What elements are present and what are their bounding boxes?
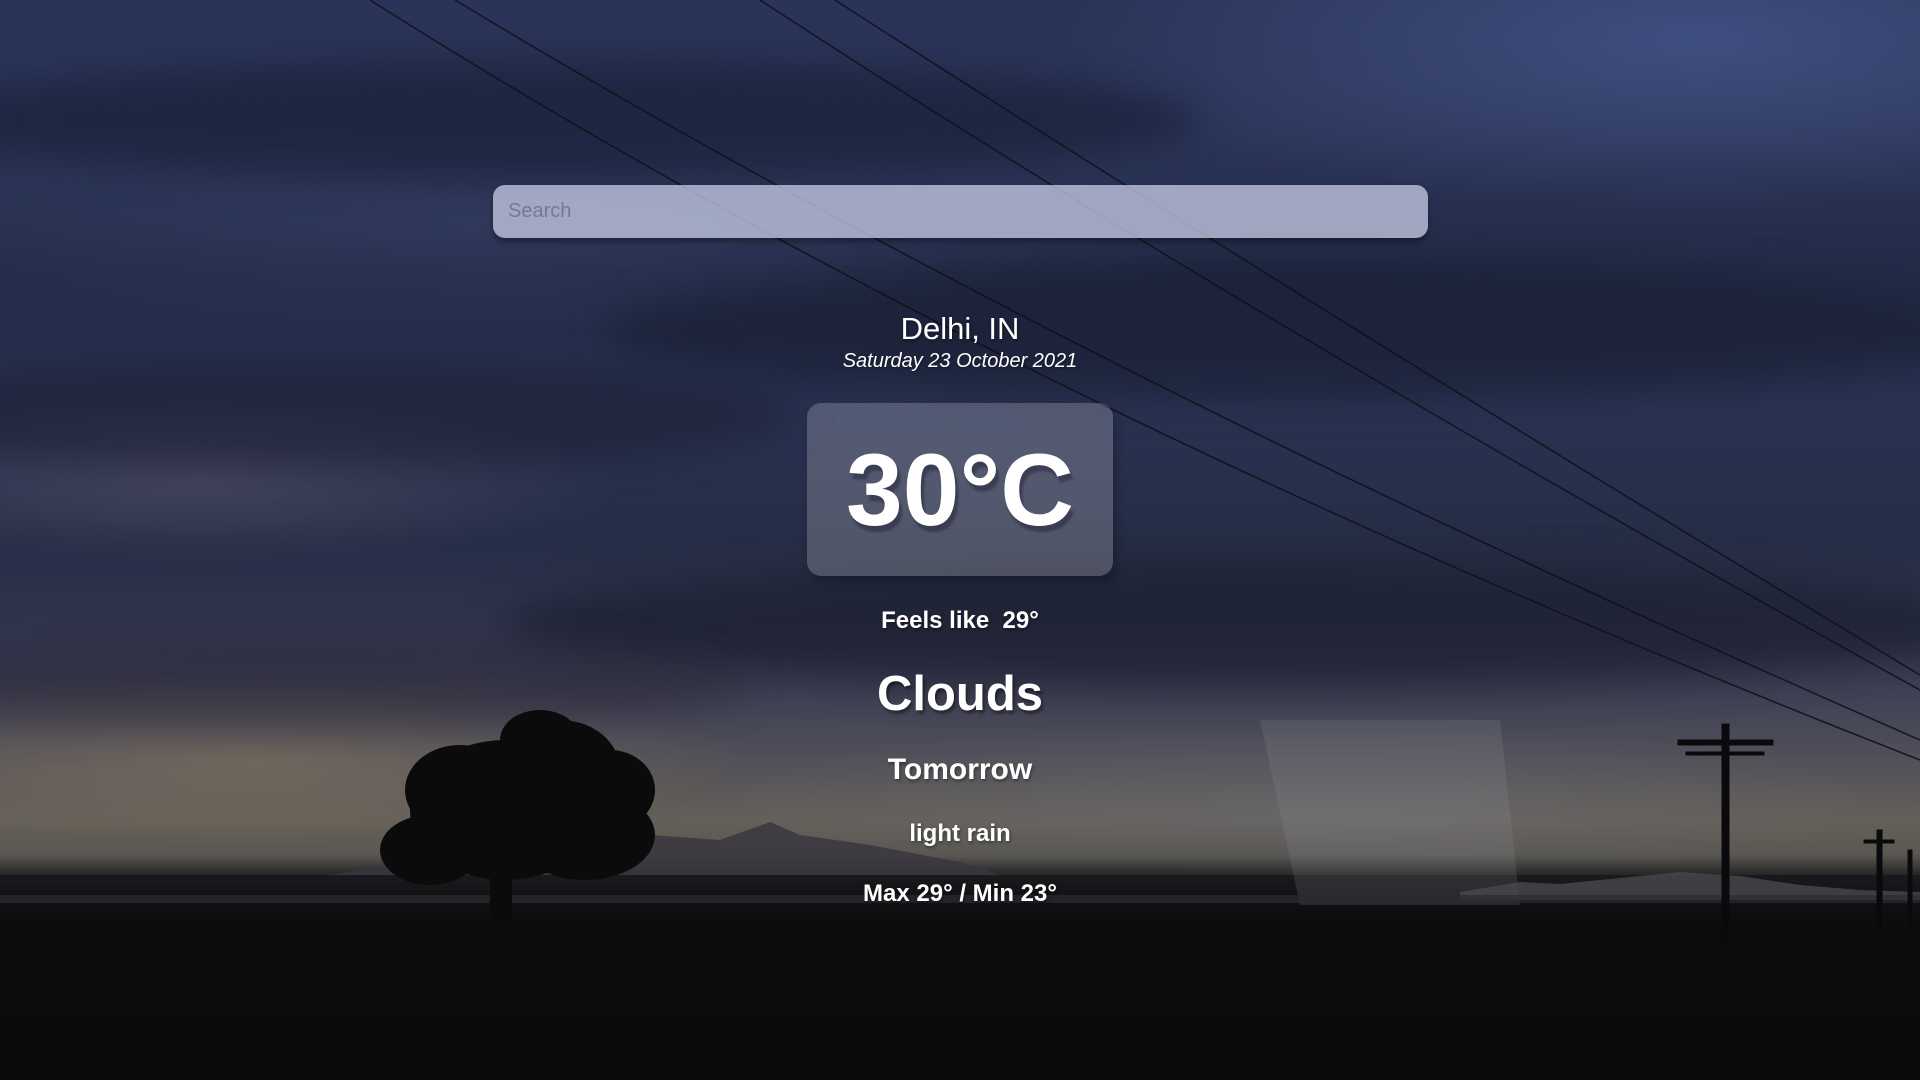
app-root: Delhi, IN Saturday 23 October 2021 30°C …	[0, 0, 1920, 1080]
forecast-heading: Tomorrow	[887, 753, 1033, 786]
current-date: Saturday 23 October 2021	[842, 350, 1078, 372]
search-bar	[493, 185, 1428, 238]
power-lines	[369, 0, 1920, 761]
feels-like: Feels like 29°	[881, 607, 1039, 634]
forecast-description: light rain	[909, 820, 1011, 847]
current-temperature: 30°C	[846, 432, 1074, 547]
forecast-min-max: Max 29° / Min 23°	[863, 880, 1057, 907]
weather-condition: Clouds	[876, 667, 1044, 721]
city-name: Delhi, IN	[900, 311, 1020, 346]
temperature-card: 30°C	[807, 403, 1113, 576]
cloud-band	[0, 60, 1200, 180]
search-input[interactable]	[493, 185, 1428, 238]
cloud-band	[0, 360, 800, 470]
